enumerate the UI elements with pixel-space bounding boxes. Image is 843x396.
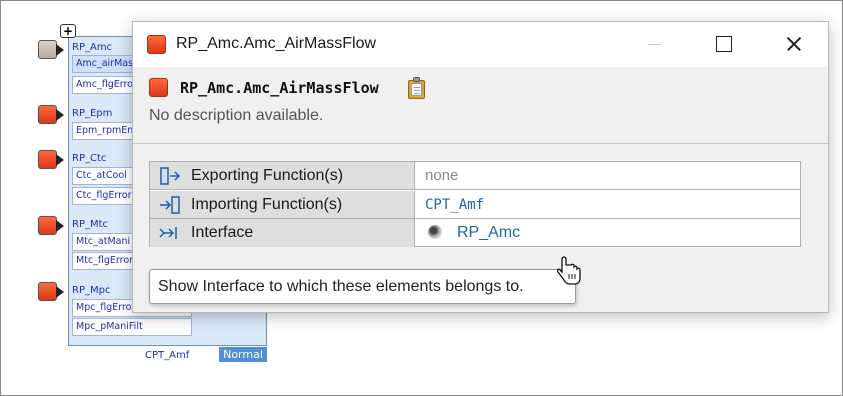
title-bar[interactable]: RP_Amc.Amc_AirMassFlow (133, 22, 828, 67)
status-badge: Normal (219, 347, 267, 362)
port-label: RP_Mpc (72, 285, 111, 296)
table-row: Interface RP_Amc (150, 219, 800, 247)
element-icon (149, 78, 168, 97)
element-info-dialog: RP_Amc.Amc_AirMassFlow RP_Amc.Amc_AirMas… (132, 21, 829, 313)
window-title: RP_Amc.Amc_AirMassFlow (176, 35, 377, 52)
port-rp-ctc[interactable] (38, 150, 65, 170)
properties-table: Exporting Function(s) none Importing Fun… (149, 161, 801, 247)
element-name: RP_Amc.Amc_AirMassFlow (180, 79, 379, 97)
interface-arrow-icon (159, 227, 177, 239)
component-name-label: CPT_Amf (145, 350, 190, 361)
table-row: Importing Function(s) CPT_Amf (150, 191, 800, 219)
exporting-value: none (425, 167, 459, 184)
port-label: RP_Mtc (72, 219, 109, 230)
row-label: Importing Function(s) (191, 196, 343, 213)
export-arrow-icon (160, 167, 181, 185)
hand-cursor-icon (557, 256, 581, 285)
maximize-button[interactable] (706, 30, 740, 58)
port-rp-amc[interactable] (38, 40, 65, 60)
port-field[interactable]: Mpc_pManiFilt (72, 318, 192, 336)
row-label: Exporting Function(s) (191, 167, 344, 184)
minimize-button[interactable] (638, 30, 672, 58)
port-rp-epm[interactable] (38, 105, 65, 125)
element-description: No description available. (149, 107, 324, 124)
port-label: RP_Amc (72, 42, 113, 53)
importing-function-link[interactable]: CPT_Amf (425, 195, 484, 215)
tooltip: Show Interface to which these elements b… (149, 269, 576, 304)
close-button[interactable] (777, 30, 811, 58)
divider (133, 143, 828, 144)
app-icon (147, 35, 166, 54)
port-label: RP_Ctc (72, 153, 107, 164)
port-rp-mpc[interactable] (38, 282, 65, 302)
table-row: Exporting Function(s) none (150, 162, 800, 190)
import-arrow-icon (160, 196, 180, 214)
interface-icon (428, 225, 442, 239)
interface-link[interactable]: RP_Amc (457, 223, 520, 243)
port-rp-mtc[interactable] (38, 216, 65, 236)
editor-canvas: + RP_Amc Amc_airMass Amc_flgError RP_Epm… (0, 0, 843, 396)
row-label: Interface (191, 224, 254, 241)
port-label: RP_Epm (72, 108, 113, 119)
clipboard-icon[interactable] (407, 77, 426, 99)
expand-plus-icon[interactable]: + (60, 24, 76, 38)
